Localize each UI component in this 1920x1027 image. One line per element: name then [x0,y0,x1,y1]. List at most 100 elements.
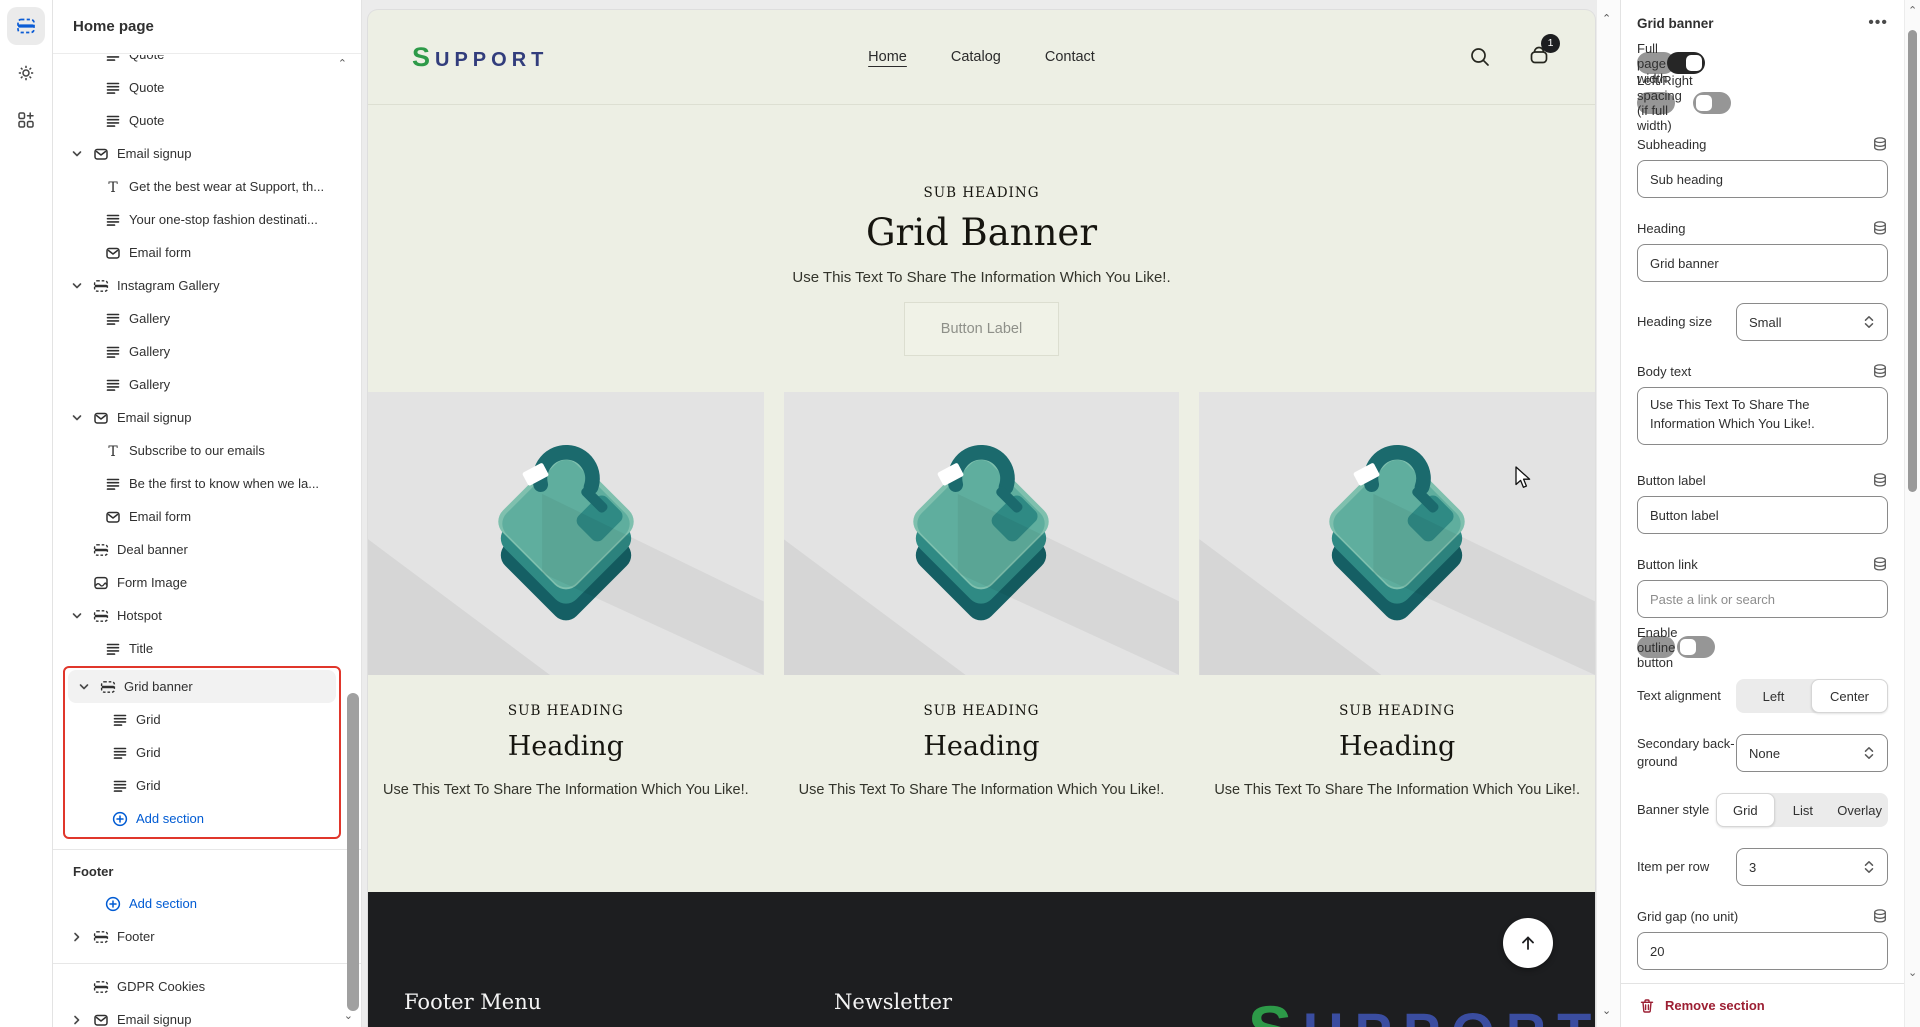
tree-row-grid[interactable]: Grid [68,769,336,802]
tree-row-your-one-stop-fashion-destinati[interactable]: Your one-stop fashion destinati... [61,203,353,236]
grid-card-image [368,392,764,675]
dynamic-source-icon[interactable] [1872,220,1888,236]
card-subheading: SUB HEADING [784,703,1180,719]
tree-row-footer[interactable]: Footer [61,920,353,953]
lines-icon [105,55,121,63]
full-page-width-toggle[interactable] [1667,52,1705,74]
chevron-down-icon[interactable] [76,679,92,695]
dynamic-source-icon[interactable] [1872,908,1888,924]
panel-scrollbar-thumb[interactable] [1908,30,1917,492]
tree-row-label: Email signup [117,146,191,161]
sidebar-scroll-down-icon[interactable]: ⌄ [344,1009,353,1022]
rail-sections-button[interactable] [7,7,45,45]
panel-scroll-up-icon[interactable]: ⌃ [1908,4,1917,17]
grid-gap-label: Grid gap (no unit) [1637,909,1738,924]
subheading-label: Subheading [1637,137,1706,152]
subheading-input[interactable] [1637,160,1888,198]
tree-row-add-section[interactable]: Add section [68,802,336,835]
tree-row-gdpr-cookies[interactable]: GDPR Cookies [61,970,353,1003]
button-label-input[interactable] [1637,496,1888,534]
tree-row-grid[interactable]: Grid [68,703,336,736]
chevron-down-icon[interactable] [69,278,85,294]
segment-option[interactable]: Grid [1716,793,1775,827]
dynamic-source-icon[interactable] [1872,556,1888,572]
tree-row-email-form[interactable]: Email form [61,236,353,269]
tree-row-be-the-first-to-know-when-we-la[interactable]: Be the first to know when we la... [61,467,353,500]
nav-contact[interactable]: Contact [1045,49,1095,65]
tree-row-get-the-best-wear-at-support-th[interactable]: Get the best wear at Support, th... [61,170,353,203]
chevron-down-icon[interactable] [69,146,85,162]
tree-row-quote[interactable]: Quote [61,55,353,71]
mail-icon [93,410,109,426]
tree-row-label: Footer [117,929,155,944]
heading-input[interactable] [1637,244,1888,282]
store-logo[interactable]: SUPPORT [412,42,548,73]
chevron-right-icon[interactable] [69,929,85,945]
tree-row-label: Quote [129,80,164,95]
dynamic-source-icon[interactable] [1872,472,1888,488]
chevron-right-icon[interactable] [69,1012,85,1027]
item-per-row-label: Item per row [1637,858,1736,876]
chevron-down-icon[interactable] [69,608,85,624]
sidebar-scrollbar-thumb[interactable] [347,693,359,1011]
section-settings-panel: Grid banner ••• Full page width Left/Rig… [1620,0,1904,1027]
footer-newsletter-title: Newsletter [834,990,952,1014]
nav-catalog[interactable]: Catalog [951,49,1001,65]
enable-outline-toggle[interactable] [1677,636,1715,658]
tree-row-email-signup[interactable]: Email signup [61,401,353,434]
tree-row-gallery[interactable]: Gallery [61,335,353,368]
lr-spacing-toggle[interactable] [1693,92,1731,114]
tree-row-quote[interactable]: Quote [61,104,353,137]
card-body: Use This Text To Share The Information W… [1199,782,1595,798]
scroll-to-top-button[interactable] [1503,918,1553,968]
segment-option[interactable]: Left [1736,679,1811,713]
preview-scroll-up-icon[interactable]: ⌃ [1602,12,1611,25]
body-text-input[interactable]: Use This Text To Share The Information W… [1637,387,1888,445]
theme-preview: SUPPORT Home Catalog Contact 1 SUB HEADI… [368,10,1595,1027]
preview-scroll-down-icon[interactable]: ⌄ [1602,1004,1611,1017]
cart-button[interactable]: 1 [1527,43,1551,72]
button-link-input[interactable] [1637,580,1888,618]
tree-row-quote[interactable]: Quote [61,71,353,104]
search-icon[interactable] [1469,46,1491,68]
tree-row-gallery[interactable]: Gallery [61,368,353,401]
button-link-label: Button link [1637,557,1698,572]
tree-row-email-signup[interactable]: Email signup [61,1003,353,1027]
collapse-chevron-icon[interactable]: ⌃ [338,57,347,70]
grid-gap-input[interactable] [1637,932,1888,970]
rail-settings-button[interactable] [7,54,45,92]
dynamic-source-icon[interactable] [1872,363,1888,379]
tree-row-email-signup[interactable]: Email signup [61,137,353,170]
tree-row-email-form[interactable]: Email form [61,500,353,533]
segment-option[interactable]: Overlay [1831,793,1888,827]
apps-icon [16,110,36,130]
segment-option[interactable]: List [1775,793,1832,827]
tree-row-gallery[interactable]: Gallery [61,302,353,335]
dynamic-source-icon[interactable] [1872,136,1888,152]
item-per-row-select[interactable]: 3 [1736,848,1888,886]
segment-option[interactable]: Center [1811,679,1888,713]
secondary-background-select[interactable]: None [1736,734,1888,772]
remove-section-button[interactable]: Remove section [1621,983,1904,1027]
rail-apps-button[interactable] [7,101,45,139]
footer-logo: SUPPORT [1248,991,1595,1027]
panel-scroll-down-icon[interactable]: ⌄ [1908,966,1917,979]
tree-row-instagram-gallery[interactable]: Instagram Gallery [61,269,353,302]
chevron-down-icon[interactable] [69,410,85,426]
plus-icon [105,896,121,912]
tree-row-grid-banner[interactable]: Grid banner [68,670,336,703]
more-options-icon[interactable]: ••• [1868,14,1888,32]
card-subheading: SUB HEADING [368,703,764,719]
nav-home[interactable]: Home [868,49,907,65]
store-nav: Home Catalog Contact [868,49,1095,65]
tree-row-deal-banner[interactable]: Deal banner [61,533,353,566]
tree-row-grid[interactable]: Grid [68,736,336,769]
tree-row-add-section[interactable]: Add section [61,887,353,920]
hero-button[interactable]: Button Label [904,302,1059,356]
tree-row-form-image[interactable]: Form Image [61,566,353,599]
tree-row-title[interactable]: Title [61,632,353,665]
tree-row-hotspot[interactable]: Hotspot [61,599,353,632]
tree-row-subscribe-to-our-emails[interactable]: Subscribe to our emails [61,434,353,467]
heading-size-select[interactable]: Small [1736,303,1888,341]
store-footer: Footer Menu Newsletter SUPPORT [368,892,1595,1027]
